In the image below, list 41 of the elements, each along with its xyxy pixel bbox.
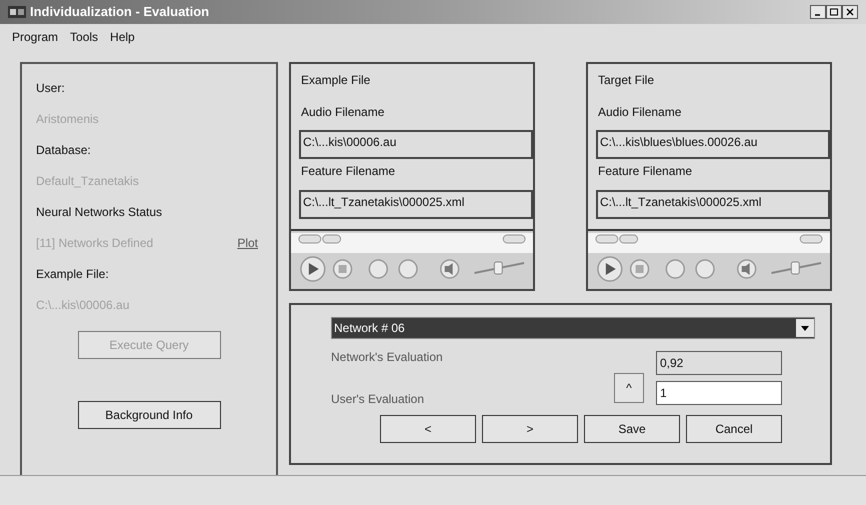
media-player-drawing[interactable]: [588, 231, 830, 289]
menu-item[interactable]: Help: [110, 28, 135, 46]
field-label: Feature Filename: [301, 163, 396, 180]
user-evaluation-field[interactable]: 1: [656, 381, 782, 405]
panel-title: Target File: [598, 72, 656, 89]
spin-button[interactable]: ^: [614, 373, 644, 403]
field-label: Example File:: [36, 266, 110, 283]
push-button[interactable]: Cancel: [686, 415, 782, 443]
feature-field[interactable]: C:\...lt_Tzanetakis\000025.xml: [299, 190, 533, 219]
push-button[interactable]: Background Info: [78, 401, 220, 429]
media-player-drawing[interactable]: [291, 231, 533, 289]
field-value: Default_Tzanetakis: [36, 173, 139, 190]
minimize-icon[interactable]: [810, 5, 826, 19]
maximize-icon[interactable]: [826, 5, 842, 19]
field-label: Database:: [36, 142, 92, 159]
network-evaluation-field: 0,92: [656, 351, 782, 375]
field-value: Aristomenis: [36, 111, 99, 128]
field-label: Audio Filename: [301, 104, 386, 121]
push-button[interactable]: Save: [584, 415, 680, 443]
close-icon[interactable]: [842, 5, 858, 19]
field-value: [11] Networks Defined: [36, 235, 154, 252]
dropdown-value: Network # 06: [333, 320, 406, 337]
push-button[interactable]: >: [482, 415, 578, 443]
plot-link[interactable]: Plot: [237, 233, 258, 264]
network-dropdown[interactable]: Network # 06: [331, 317, 815, 339]
audio-field[interactable]: C:\...kis\00006.au: [299, 130, 533, 159]
push-button[interactable]: <: [380, 415, 476, 443]
panel-title: Example File: [301, 72, 372, 89]
field-label: User's Evaluation: [331, 391, 425, 408]
field-value: C:\...kis\00006.au: [36, 297, 130, 314]
field-label: Neural Networks Status: [36, 204, 164, 221]
field-label: Feature Filename: [598, 163, 694, 180]
field-label: User:: [36, 80, 66, 97]
menu-item[interactable]: Program: [12, 28, 58, 46]
window-title: Individualization - Evaluation: [30, 3, 210, 22]
field-label: Network's Evaluation: [331, 349, 444, 366]
field-label: Audio Filename: [598, 104, 682, 121]
audio-field[interactable]: C:\...kis\blues\blues.00026.au: [596, 130, 830, 159]
feature-field[interactable]: C:\...lt_Tzanetakis\000025.xml: [596, 190, 830, 219]
menu-item[interactable]: Tools: [70, 28, 98, 46]
app-icon: [8, 6, 26, 18]
